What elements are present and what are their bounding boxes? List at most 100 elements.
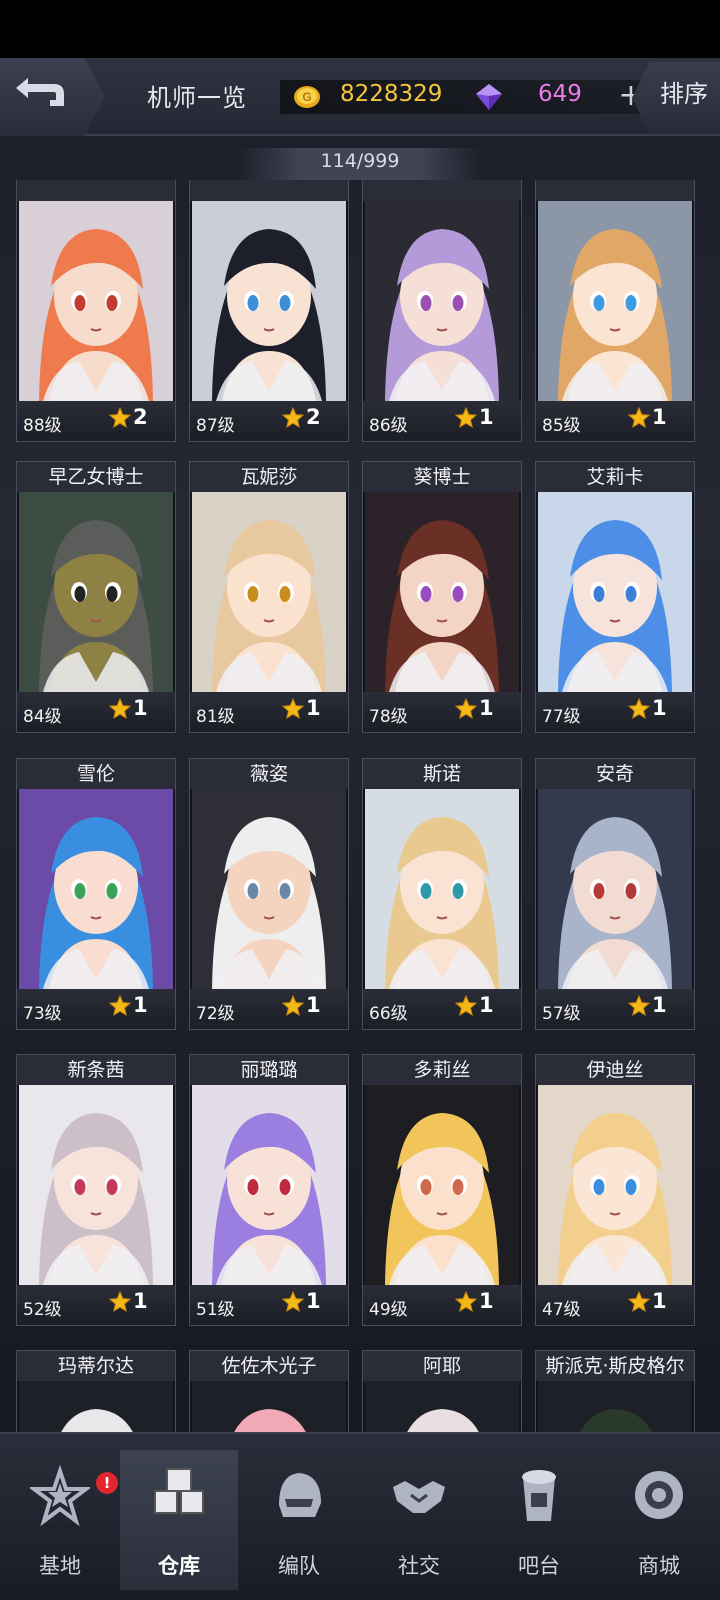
star-icon xyxy=(282,1291,304,1313)
pilot-portrait-art xyxy=(19,492,173,692)
pilot-name: 雪伦 xyxy=(17,759,175,789)
pilot-name: 早乙女博士 xyxy=(17,462,175,492)
pilot-card[interactable]: 佐佐木光子 xyxy=(189,1350,349,1432)
pilot-portrait-art xyxy=(19,201,173,401)
status-bar-area xyxy=(0,0,720,58)
pilot-card[interactable]: 伊迪丝 47级 1 xyxy=(535,1054,695,1326)
pilot-card[interactable]: 88级 2 xyxy=(16,180,176,442)
nav-item-warehouse[interactable]: 仓库 xyxy=(120,1450,238,1590)
pilot-level: 49级 xyxy=(369,1300,408,1320)
pilot-card[interactable]: 斯诺 66级 1 xyxy=(362,758,522,1030)
pilot-name xyxy=(363,180,521,201)
pilot-portrait-art xyxy=(19,789,173,989)
notification-badge: ! xyxy=(96,1472,118,1494)
pilot-card[interactable]: 雪伦 73级 1 xyxy=(16,758,176,1030)
pilot-portrait-art xyxy=(192,789,346,989)
nav-label: 社交 xyxy=(398,1554,440,1578)
pilot-level: 88级 xyxy=(23,416,62,436)
star-icon xyxy=(109,698,131,720)
pilot-portrait xyxy=(19,492,173,692)
pilot-card[interactable]: 薇姿 72级 1 xyxy=(189,758,349,1030)
nav-item-base[interactable]: 基地 xyxy=(1,1450,119,1590)
pilot-portrait-art xyxy=(538,789,692,989)
gem-amount: 649 xyxy=(538,81,582,107)
pilot-star-rank: 1 xyxy=(652,993,667,1017)
pilot-card[interactable]: 艾莉卡 77级 1 xyxy=(535,461,695,733)
pilot-name: 斯诺 xyxy=(363,759,521,789)
pilot-portrait-art xyxy=(538,492,692,692)
pilot-star-rank: 2 xyxy=(133,405,148,429)
sort-label: 排序 xyxy=(660,80,708,108)
pilot-level: 87级 xyxy=(196,416,235,436)
nav-item-social[interactable]: 社交 xyxy=(360,1450,478,1590)
pilot-level: 73级 xyxy=(23,1004,62,1024)
warehouse-boxes-icon xyxy=(154,1468,204,1514)
back-button[interactable] xyxy=(0,58,105,136)
star-icon xyxy=(282,995,304,1017)
pilot-star-rank: 1 xyxy=(652,696,667,720)
pilot-portrait xyxy=(365,789,519,989)
pilot-name: 多莉丝 xyxy=(363,1055,521,1085)
pilot-grid: 88级 2 87级 2 86级 1 85级 1 早乙女博士 84级 1 瓦妮莎 … xyxy=(0,180,720,1432)
star-icon xyxy=(628,407,650,429)
nav-item-formation[interactable]: 编队 xyxy=(240,1450,358,1590)
pilot-card[interactable]: 86级 1 xyxy=(362,180,522,442)
nav-item-bar[interactable]: 吧台 xyxy=(480,1450,598,1590)
pilot-portrait xyxy=(19,201,173,401)
pilot-name: 玛蒂尔达 xyxy=(17,1351,175,1381)
pilot-count: 114/999 xyxy=(320,150,400,172)
pilot-level: 57级 xyxy=(542,1004,581,1024)
pilot-card[interactable]: 阿耶 xyxy=(362,1350,522,1432)
pilot-card[interactable]: 早乙女博士 84级 1 xyxy=(16,461,176,733)
pilot-portrait xyxy=(19,1381,173,1432)
star-icon xyxy=(109,407,131,429)
pilot-star-rank: 1 xyxy=(652,1289,667,1313)
pilot-star-rank: 1 xyxy=(133,993,148,1017)
pilot-card[interactable]: 87级 2 xyxy=(189,180,349,442)
pilot-level: 51级 xyxy=(196,1300,235,1320)
pilot-card[interactable]: 多莉丝 49级 1 xyxy=(362,1054,522,1326)
pilot-portrait xyxy=(192,1381,346,1432)
pilot-portrait xyxy=(19,789,173,989)
pilot-name: 伊迪丝 xyxy=(536,1055,694,1085)
pilot-name: 新条茜 xyxy=(17,1055,175,1085)
pilot-card[interactable]: 葵博士 78级 1 xyxy=(362,461,522,733)
pilot-card[interactable]: 玛蒂尔达 xyxy=(16,1350,176,1432)
pilot-portrait-art xyxy=(192,1085,346,1285)
shop-robot-icon xyxy=(635,1471,683,1519)
pilot-name: 葵博士 xyxy=(363,462,521,492)
nav-item-shop[interactable]: 商城 xyxy=(600,1450,718,1590)
pilot-card[interactable]: 新条茜 52级 1 xyxy=(16,1054,176,1326)
star-icon xyxy=(282,698,304,720)
star-icon xyxy=(109,1291,131,1313)
star-icon xyxy=(455,407,477,429)
pilot-card[interactable]: 瓦妮莎 81级 1 xyxy=(189,461,349,733)
pilot-card[interactable]: 丽璐璐 51级 1 xyxy=(189,1054,349,1326)
pilot-portrait xyxy=(192,789,346,989)
pilot-name xyxy=(17,180,175,201)
currency-bar xyxy=(280,80,640,114)
pilot-portrait xyxy=(538,1381,692,1432)
gold-amount: 8228329 xyxy=(340,81,443,107)
pilot-card[interactable]: 斯派克·斯皮格尔 xyxy=(535,1350,695,1432)
pilot-star-rank: 1 xyxy=(306,993,321,1017)
pilot-portrait-art xyxy=(19,1085,173,1285)
formation-helmet-icon xyxy=(279,1473,321,1517)
header-bar: 机师一览 G 8228329 649 + xyxy=(0,58,720,136)
pilot-portrait-art xyxy=(538,1381,692,1432)
pilot-star-rank: 1 xyxy=(479,405,494,429)
pilot-star-rank: 1 xyxy=(306,696,321,720)
pilot-card[interactable]: 85级 1 xyxy=(535,180,695,442)
pilot-star-rank: 1 xyxy=(133,1289,148,1313)
pilot-portrait xyxy=(192,201,346,401)
pilot-name xyxy=(536,180,694,201)
pilot-level: 66级 xyxy=(369,1004,408,1024)
pilot-card[interactable]: 安奇 57级 1 xyxy=(535,758,695,1030)
svg-text:G: G xyxy=(302,90,311,104)
pilot-name: 佐佐木光子 xyxy=(190,1351,348,1381)
star-icon xyxy=(282,407,304,429)
pilot-portrait-art xyxy=(538,1085,692,1285)
pilot-portrait-art xyxy=(365,1381,519,1432)
nav-label: 仓库 xyxy=(158,1554,200,1578)
pilot-level: 86级 xyxy=(369,416,408,436)
